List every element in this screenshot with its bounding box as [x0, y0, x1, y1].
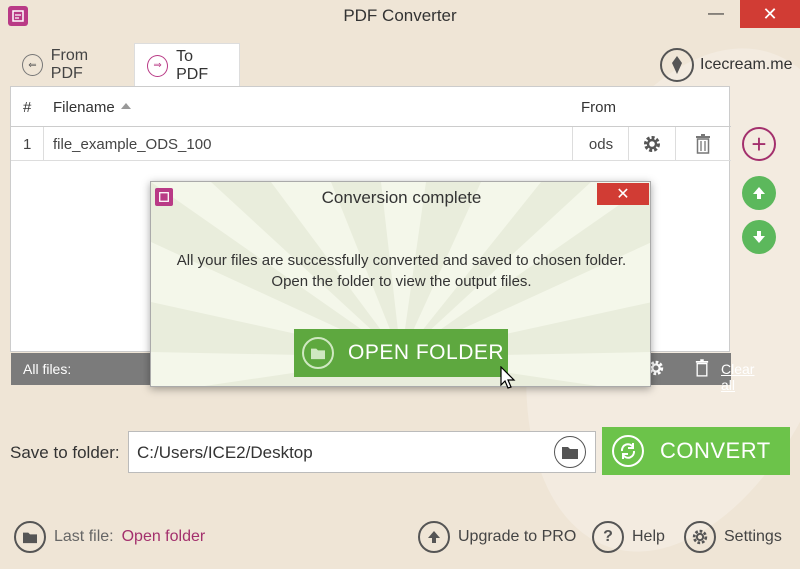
- header-filename[interactable]: Filename: [53, 99, 131, 116]
- table-header: # Filename From: [11, 87, 731, 127]
- clear-all-link[interactable]: Clear all: [721, 361, 754, 393]
- tab-to-pdf[interactable]: ⇒ To PDF: [134, 43, 240, 87]
- to-pdf-icon: ⇒: [147, 54, 169, 77]
- row-settings-gear-icon[interactable]: [629, 127, 675, 161]
- help-icon: ?: [592, 521, 624, 553]
- row-filename: file_example_ODS_100: [53, 135, 212, 153]
- row-delete-trash-icon[interactable]: [676, 127, 730, 161]
- last-file-folder-icon[interactable]: [14, 521, 46, 553]
- upgrade-label: Upgrade to PRO: [458, 528, 577, 545]
- last-file-area: Last file: Open folder: [14, 520, 205, 554]
- browse-folder-button[interactable]: [554, 436, 586, 468]
- row-number: 1: [23, 135, 32, 153]
- upgrade-button[interactable]: Upgrade to PRO: [418, 520, 576, 554]
- header-from: From: [581, 99, 616, 116]
- arrow-down-icon: [753, 231, 765, 243]
- move-down-button[interactable]: [742, 220, 776, 254]
- gear-icon: [684, 521, 716, 553]
- minimize-button[interactable]: —: [694, 0, 738, 28]
- mouse-cursor-icon: [500, 366, 516, 389]
- plus-icon: +: [751, 129, 767, 159]
- convert-refresh-icon: [612, 435, 644, 467]
- header-number: #: [23, 99, 32, 116]
- dialog-message-line1: All your files are successfully converte…: [176, 252, 627, 269]
- brand-label: Icecream.me: [700, 56, 793, 73]
- move-up-button[interactable]: [742, 176, 776, 210]
- dialog-close-button[interactable]: ✕: [597, 183, 649, 205]
- arrow-up-icon: [753, 187, 765, 199]
- all-files-trash-icon[interactable]: [695, 359, 709, 380]
- tab-from-pdf[interactable]: ⇐ From PDF: [10, 43, 132, 87]
- sort-ascending-icon: [120, 103, 131, 109]
- help-label: Help: [632, 528, 665, 545]
- table-row[interactable]: 1 file_example_ODS_100 ods: [11, 127, 731, 161]
- from-pdf-icon: ⇐: [22, 54, 43, 76]
- dialog-message: All your files are successfully converte…: [151, 250, 650, 292]
- brand-link[interactable]: Icecream.me: [660, 48, 792, 82]
- dialog-title: Conversion complete: [321, 188, 482, 207]
- window-title: PDF Converter: [343, 6, 457, 25]
- settings-label: Settings: [724, 528, 782, 545]
- open-folder-button[interactable]: OPEN FOLDER: [294, 329, 508, 377]
- open-folder-label: OPEN FOLDER: [348, 341, 505, 364]
- save-path-input[interactable]: C:/Users/ICE2/Desktop: [128, 431, 596, 473]
- arrow-up-circle-icon: [418, 521, 450, 553]
- folder-icon: [562, 447, 578, 459]
- add-file-button[interactable]: +: [742, 127, 776, 161]
- all-files-label: All files:: [23, 361, 72, 377]
- tab-from-pdf-label: From PDF: [50, 47, 89, 82]
- conversion-complete-dialog: Conversion complete ✕ All your files are…: [150, 181, 651, 387]
- dialog-message-line2: Open the folder to view the output files…: [271, 273, 532, 290]
- row-extension: ods: [588, 135, 614, 153]
- icecream-icon: [660, 48, 694, 82]
- close-window-button[interactable]: ✕: [740, 0, 800, 28]
- convert-label: CONVERT: [660, 438, 771, 463]
- convert-button[interactable]: CONVERT: [602, 427, 790, 475]
- save-to-folder-label: Save to folder:: [10, 443, 120, 462]
- header-filename-label: Filename: [53, 99, 115, 116]
- last-file-label: Last file:: [54, 528, 114, 545]
- open-folder-icon: [302, 337, 334, 369]
- tab-to-pdf-label: To PDF: [176, 47, 209, 83]
- help-button[interactable]: ? Help: [592, 520, 665, 554]
- title-bar: PDF Converter — ✕: [0, 0, 800, 32]
- open-folder-link[interactable]: Open folder: [122, 528, 206, 546]
- settings-button[interactable]: Settings: [684, 520, 782, 554]
